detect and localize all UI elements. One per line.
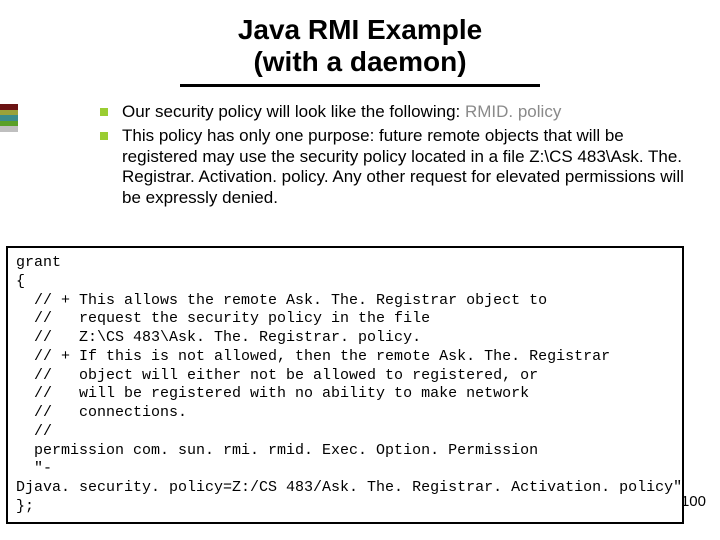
title-line-2: (with a daemon) (0, 46, 720, 78)
bullet-icon (100, 108, 108, 116)
bullet-text: This policy has only one purpose: future… (122, 126, 684, 206)
title-line-1: Java RMI Example (0, 14, 720, 46)
bullet-icon (100, 132, 108, 140)
bullet-list: Our security policy will look like the f… (100, 102, 700, 212)
page-number: 100 (681, 493, 706, 510)
slide: Java RMI Example (with a daemon) Our sec… (0, 0, 720, 540)
bullet-text: Our security policy will look like the f… (122, 102, 561, 121)
slide-title: Java RMI Example (with a daemon) (0, 0, 720, 87)
code-block: grant { // + This allows the remote Ask.… (6, 246, 684, 524)
bullet-item: Our security policy will look like the f… (100, 102, 700, 122)
title-underline (180, 84, 540, 87)
accent-bar-icon (0, 104, 18, 132)
bullet-item: This policy has only one purpose: future… (100, 126, 700, 208)
rmid-label: RMID. policy (465, 102, 561, 121)
